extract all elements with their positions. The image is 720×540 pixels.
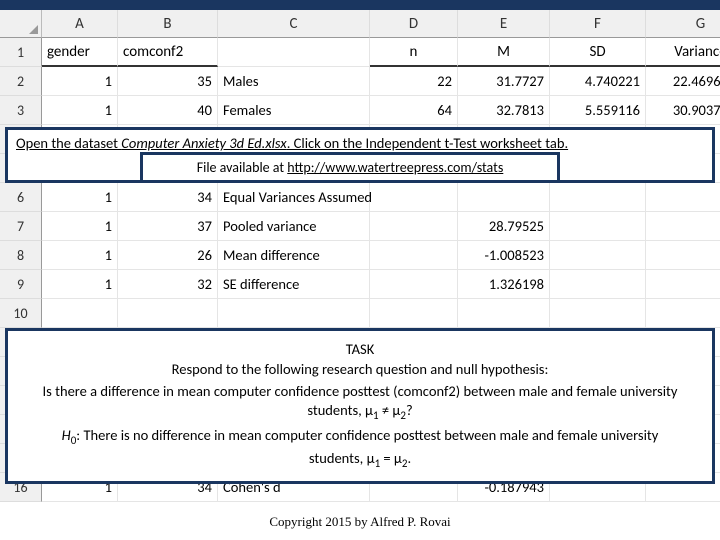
dataset-name: Computer Anxiety 3d Ed.xlsx <box>121 134 286 152</box>
cell-3-C[interactable]: Females <box>218 96 370 125</box>
col-header-D[interactable]: D <box>370 10 458 38</box>
cell-2-B[interactable]: 35 <box>118 67 218 96</box>
col-header-B[interactable]: B <box>118 10 218 38</box>
cell-9-C[interactable]: SE difference <box>218 270 370 299</box>
cell-7-F[interactable] <box>550 212 646 241</box>
cell-2-G[interactable]: 22.46969697 <box>646 67 720 96</box>
cell-1-F[interactable]: SD <box>550 38 646 67</box>
col-header-G[interactable]: G <box>646 10 720 38</box>
cell-6-E[interactable] <box>458 183 550 212</box>
file-link-callout: File available at http://www.watertreepr… <box>140 152 560 183</box>
file-url[interactable]: http://www.watertreepress.com/stats <box>287 159 503 176</box>
cell-8-E[interactable]: -1.008523 <box>458 241 550 270</box>
cell-6-B[interactable]: 34 <box>118 183 218 212</box>
cell-9-G[interactable] <box>646 270 720 299</box>
cell-9-B[interactable]: 32 <box>118 270 218 299</box>
cell-6-D[interactable] <box>370 183 458 212</box>
spreadsheet-area: ABCDEFG 12345678910111213141516 genderco… <box>0 10 720 38</box>
cell-6-A[interactable]: 1 <box>42 183 118 212</box>
title-bar <box>0 0 720 10</box>
cell-2-D[interactable]: 22 <box>370 67 458 96</box>
cell-1-G[interactable]: Variance <box>646 38 720 67</box>
column-headers: ABCDEFG <box>42 10 720 38</box>
col-header-C[interactable]: C <box>218 10 370 38</box>
row-header-10[interactable]: 10 <box>0 299 42 328</box>
select-all-corner[interactable] <box>0 10 42 38</box>
task-intro: Respond to the following research questi… <box>172 360 549 378</box>
cell-10-G[interactable] <box>646 299 720 328</box>
cell-9-E[interactable]: 1.326198 <box>458 270 550 299</box>
cell-3-A[interactable]: 1 <box>42 96 118 125</box>
cell-8-A[interactable]: 1 <box>42 241 118 270</box>
cell-1-E[interactable]: M <box>458 38 550 67</box>
cell-9-F[interactable] <box>550 270 646 299</box>
cell-7-D[interactable] <box>370 212 458 241</box>
cell-3-G[interactable]: 30.90376984 <box>646 96 720 125</box>
cell-6-F[interactable] <box>550 183 646 212</box>
research-question: Is there a difference in mean computer c… <box>38 382 682 424</box>
cell-6-G[interactable] <box>646 183 720 212</box>
text: . Click on the Independent t-Test worksh… <box>287 134 568 152</box>
row-header-6[interactable]: 6 <box>0 183 42 212</box>
cell-1-A[interactable]: gender <box>42 38 118 67</box>
row-header-3[interactable]: 3 <box>0 96 42 125</box>
cell-7-B[interactable]: 37 <box>118 212 218 241</box>
cell-2-C[interactable]: Males <box>218 67 370 96</box>
row-header-7[interactable]: 7 <box>0 212 42 241</box>
cell-2-F[interactable]: 4.740221 <box>550 67 646 96</box>
cell-8-D[interactable] <box>370 241 458 270</box>
cell-1-D[interactable]: n <box>370 38 458 67</box>
col-header-A[interactable]: A <box>42 10 118 38</box>
cell-6-C[interactable]: Equal Variances Assumed <box>218 183 370 212</box>
col-header-F[interactable]: F <box>550 10 646 38</box>
row-header-1[interactable]: 1 <box>0 38 42 67</box>
col-header-E[interactable]: E <box>458 10 550 38</box>
cell-1-B[interactable]: comconf2 <box>118 38 218 67</box>
copyright-footer: Copyright 2015 by Alfred P. Rovai <box>0 514 720 530</box>
null-hypothesis: H0: There is no difference in mean compu… <box>38 426 682 471</box>
cell-8-C[interactable]: Mean difference <box>218 241 370 270</box>
cell-10-A[interactable] <box>42 299 118 328</box>
row-header-9[interactable]: 9 <box>0 270 42 299</box>
cell-10-D[interactable] <box>370 299 458 328</box>
cell-8-B[interactable]: 26 <box>118 241 218 270</box>
cell-3-F[interactable]: 5.559116 <box>550 96 646 125</box>
cell-7-G[interactable] <box>646 212 720 241</box>
row-header-2[interactable]: 2 <box>0 67 42 96</box>
cell-7-C[interactable]: Pooled variance <box>218 212 370 241</box>
cell-10-B[interactable] <box>118 299 218 328</box>
task-heading: TASK <box>346 340 375 358</box>
cell-1-C[interactable] <box>218 38 370 67</box>
cell-10-F[interactable] <box>550 299 646 328</box>
cell-8-F[interactable] <box>550 241 646 270</box>
cell-7-A[interactable]: 1 <box>42 212 118 241</box>
cell-3-B[interactable]: 40 <box>118 96 218 125</box>
task-callout: TASK Respond to the following research q… <box>5 328 715 484</box>
cell-7-E[interactable]: 28.79525 <box>458 212 550 241</box>
cell-10-E[interactable] <box>458 299 550 328</box>
cell-9-D[interactable] <box>370 270 458 299</box>
cell-8-G[interactable] <box>646 241 720 270</box>
row-header-8[interactable]: 8 <box>0 241 42 270</box>
cell-9-A[interactable]: 1 <box>42 270 118 299</box>
cell-10-C[interactable] <box>218 299 370 328</box>
cell-2-A[interactable]: 1 <box>42 67 118 96</box>
cell-3-E[interactable]: 32.7813 <box>458 96 550 125</box>
text: File available at <box>197 159 288 176</box>
cell-3-D[interactable]: 64 <box>370 96 458 125</box>
cell-2-E[interactable]: 31.7727 <box>458 67 550 96</box>
text: Open the dataset <box>16 134 121 152</box>
